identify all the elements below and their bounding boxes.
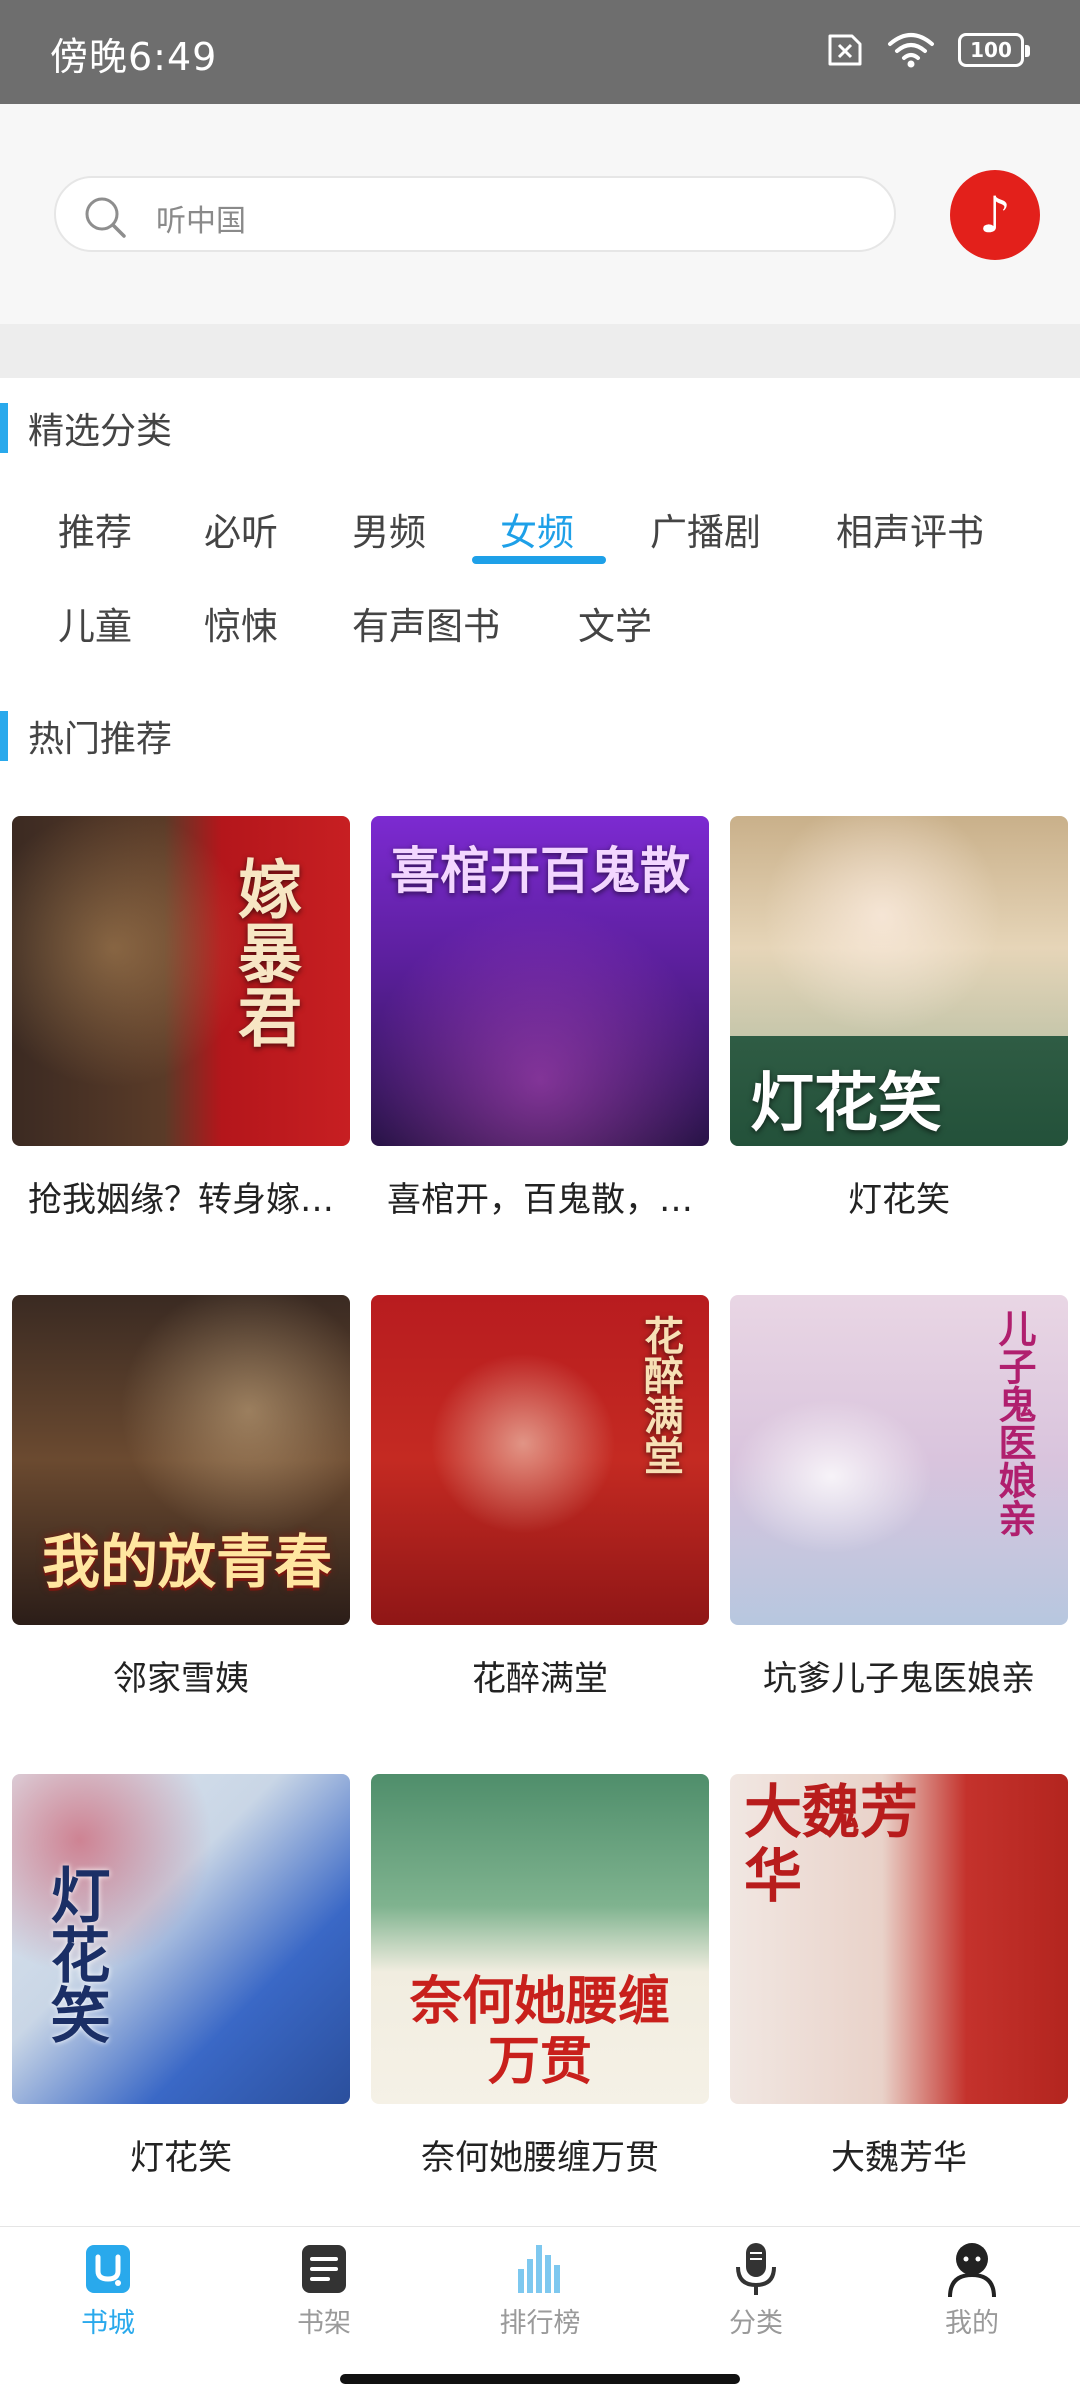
category-tab-radio-drama[interactable]: 广播剧 <box>650 502 761 556</box>
book-card[interactable]: 花醉满堂 花醉满堂 <box>371 1295 709 1700</box>
book-cover[interactable]: 我的放青春 <box>12 1295 350 1625</box>
book-title: 灯花笑 <box>848 1180 950 1220</box>
nav-category[interactable]: 分类 <box>686 2239 826 2340</box>
category-tab-recommend[interactable]: 推荐 <box>58 502 132 556</box>
search-icon <box>85 197 126 238</box>
book-cover[interactable]: 灯花笑 <box>730 816 1068 1146</box>
book-cover[interactable]: 大魏芳华 <box>730 1774 1068 2104</box>
book-title: 坑爹儿子鬼医娘亲 <box>763 1659 1035 1699</box>
bookstore-icon <box>86 2245 130 2293</box>
book-title: 大魏芳华 <box>831 2138 967 2178</box>
book-title: 喜棺开，百鬼散，… <box>387 1180 693 1220</box>
category-tab-literature[interactable]: 文学 <box>578 596 652 650</box>
book-cover[interactable]: 儿子鬼医娘亲 <box>730 1295 1068 1625</box>
battery-indicator: 100 <box>958 33 1030 67</box>
book-title: 灯花笑 <box>130 2138 232 2178</box>
nav-profile[interactable]: 我的 <box>902 2239 1042 2340</box>
home-indicator[interactable] <box>340 2374 740 2384</box>
status-time: 傍晚6:49 <box>50 35 218 79</box>
category-tab-children[interactable]: 儿童 <box>58 596 132 650</box>
category-tab-must-listen[interactable]: 必听 <box>204 502 278 556</box>
music-note-icon: ♪ <box>979 186 1011 244</box>
bookshelf-icon <box>302 2245 346 2293</box>
status-icons: 100 <box>822 30 1030 70</box>
book-card[interactable]: 喜棺开百鬼散 喜棺开，百鬼散，… <box>371 816 709 1221</box>
book-title: 花醉满堂 <box>472 1659 608 1699</box>
profile-icon <box>948 2243 996 2298</box>
category-tab-thriller[interactable]: 惊悚 <box>204 596 278 650</box>
nav-bookstore[interactable]: 书城 <box>38 2239 178 2340</box>
microphone-icon <box>736 2243 776 2295</box>
nav-bookshelf[interactable]: 书架 <box>254 2239 394 2340</box>
music-player-button[interactable]: ♪ <box>950 170 1040 260</box>
search-input[interactable]: 听中国 <box>54 176 896 252</box>
book-card[interactable]: 灯花笑 灯花笑 <box>730 816 1068 1221</box>
book-title: 邻家雪姨 <box>113 1659 249 1699</box>
divider <box>0 324 1080 378</box>
ranking-chart-icon <box>518 2245 560 2293</box>
book-card[interactable]: 奈何她腰缠万贯 奈何她腰缠万贯 <box>371 1774 709 2179</box>
book-card[interactable]: 大魏芳华 大魏芳华 <box>730 1774 1068 2179</box>
category-tab-female[interactable]: 女频 <box>500 502 574 556</box>
book-card[interactable]: 嫁暴君 抢我姻缘？转身嫁… <box>12 816 350 1221</box>
wifi-icon <box>888 33 934 68</box>
nav-ranking[interactable]: 排行榜 <box>470 2239 610 2340</box>
header: 听中国 ♪ <box>0 104 1080 324</box>
book-cover[interactable]: 灯花笑 <box>12 1774 350 2104</box>
section-title-hot: 热门推荐 <box>0 710 172 762</box>
book-cover[interactable]: 嫁暴君 <box>12 816 350 1146</box>
book-card[interactable]: 灯花笑 灯花笑 <box>12 1774 350 2179</box>
book-cover[interactable]: 奈何她腰缠万贯 <box>371 1774 709 2104</box>
book-cover[interactable]: 喜棺开百鬼散 <box>371 816 709 1146</box>
category-tab-audiobooks[interactable]: 有声图书 <box>352 596 500 650</box>
section-title-categories: 精选分类 <box>0 402 172 454</box>
search-placeholder: 听中国 <box>156 204 246 239</box>
book-card[interactable]: 我的放青春 邻家雪姨 <box>12 1295 350 1700</box>
active-tab-indicator <box>472 556 606 564</box>
book-cover[interactable]: 花醉满堂 <box>371 1295 709 1625</box>
category-tab-crosstalk[interactable]: 相声评书 <box>836 502 984 556</box>
category-tab-male[interactable]: 男频 <box>352 502 426 556</box>
status-bar: 傍晚6:49 100 <box>0 0 1080 104</box>
no-sim-icon <box>828 34 862 66</box>
book-title: 奈何她腰缠万贯 <box>421 2138 659 2178</box>
book-title: 抢我姻缘？转身嫁… <box>28 1180 334 1220</box>
book-card[interactable]: 儿子鬼医娘亲 坑爹儿子鬼医娘亲 <box>730 1295 1068 1700</box>
